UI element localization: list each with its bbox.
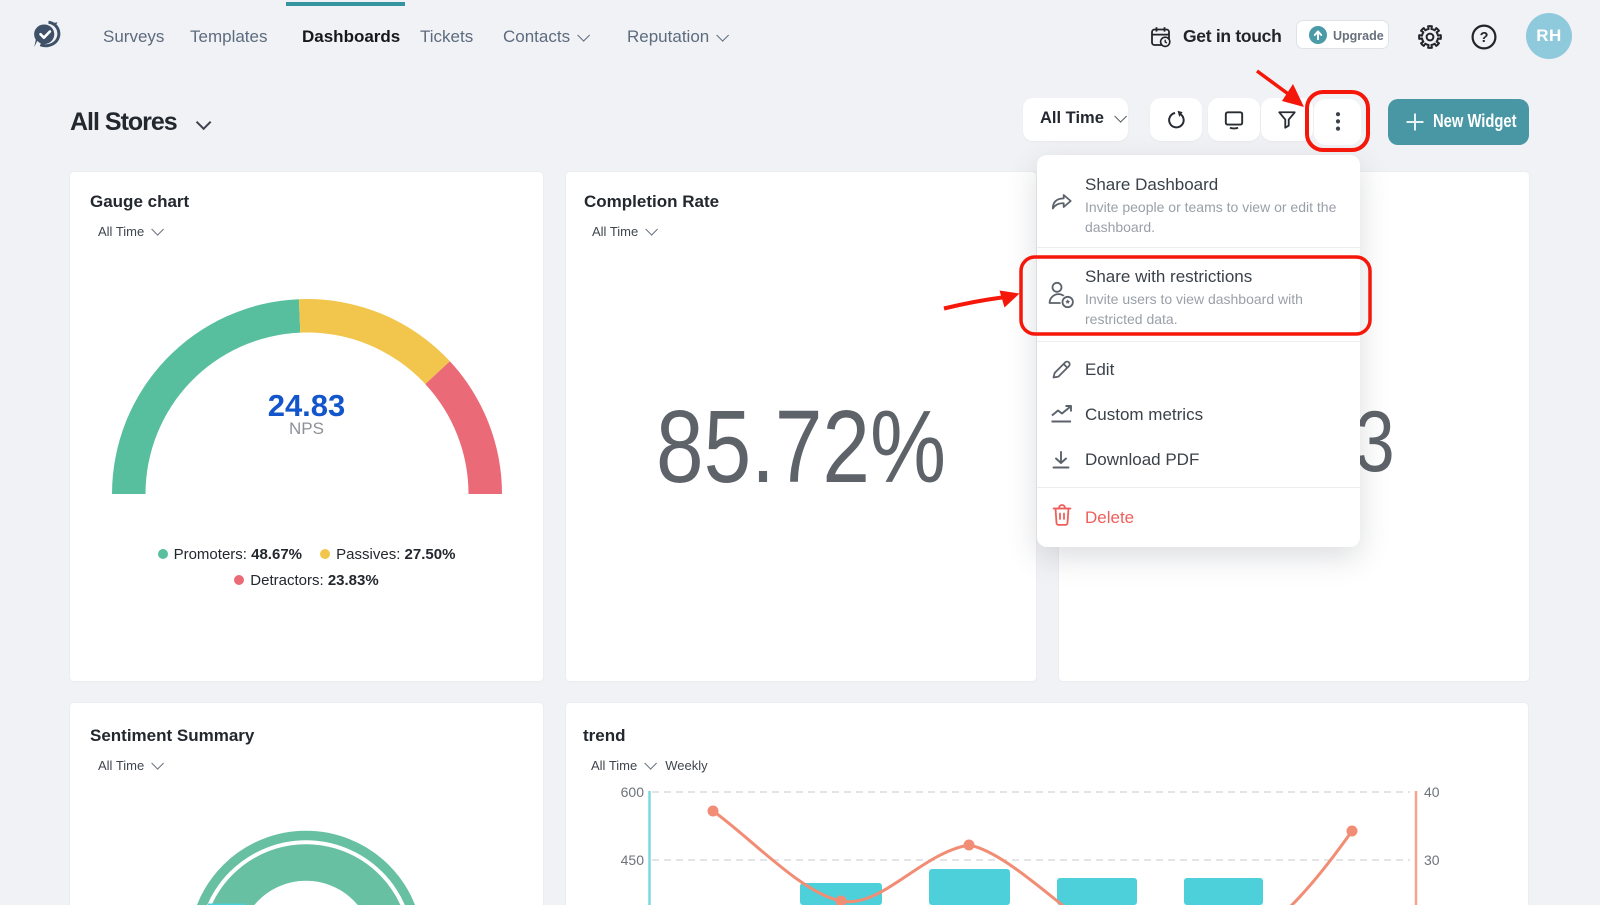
svg-text:450: 450 <box>621 852 645 868</box>
svg-text:30: 30 <box>1424 852 1440 868</box>
svg-text:600: 600 <box>621 784 645 800</box>
svg-text:?: ? <box>1480 30 1489 46</box>
svg-text:40: 40 <box>1424 784 1440 800</box>
